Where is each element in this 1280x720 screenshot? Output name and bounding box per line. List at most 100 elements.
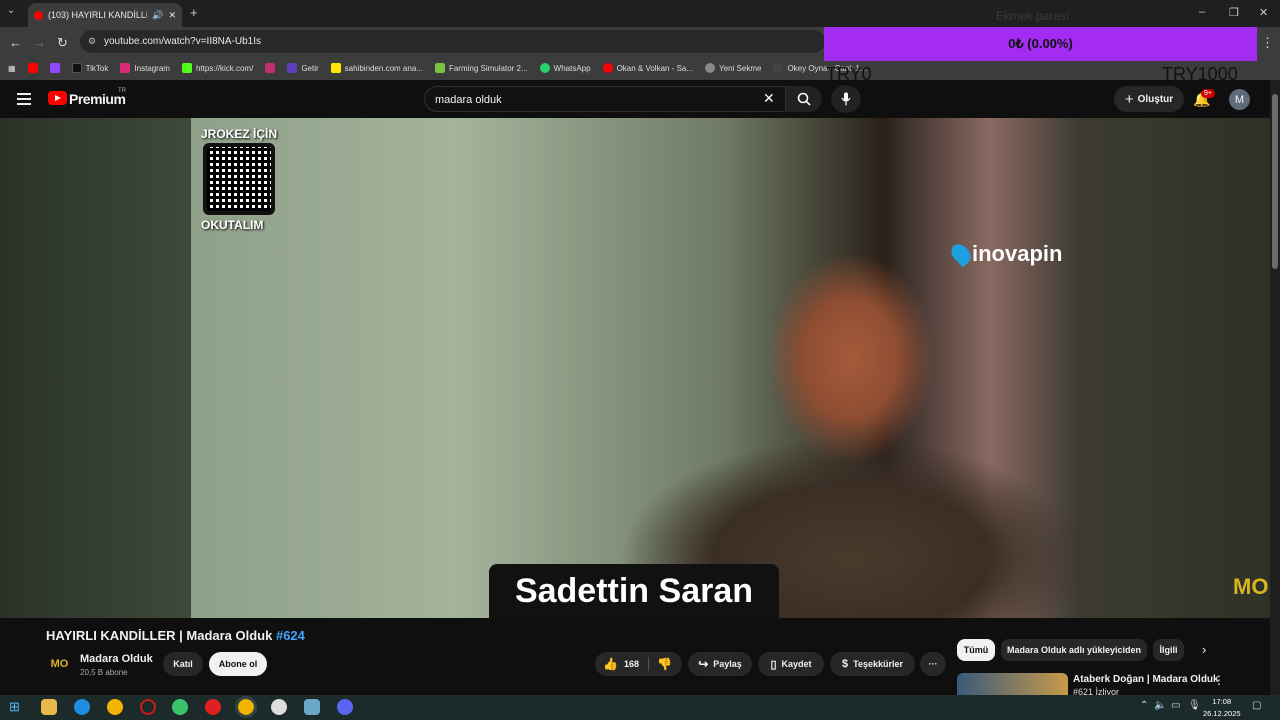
edge-icon[interactable] [74,699,90,715]
save-label: Kaydet [781,659,812,669]
subscribe-button[interactable]: Abone ol [209,652,267,676]
search-button[interactable] [786,86,822,112]
bookmark-twitch[interactable] [49,63,60,73]
reload-icon[interactable]: ↻ [57,35,68,51]
qr-caption-top: JROKEZ İÇİN [201,127,278,141]
bookmark-whatsapp[interactable]: WhatsApp [539,63,591,73]
twitch-icon [49,63,60,73]
bookmark-label: sahibinden.com ana... [344,63,423,73]
app-icon[interactable] [304,699,320,715]
join-button[interactable]: Katıl [163,652,203,676]
apps-icon[interactable]: ▦ [8,64,16,73]
opera-icon[interactable] [205,699,221,715]
bookmark-kick[interactable]: https://kick.com/ [181,63,254,73]
page-scrollbar[interactable] [1270,80,1280,695]
youtube-logo-icon[interactable] [48,91,67,105]
clear-search-icon[interactable]: ✕ [763,90,775,107]
new-tab-icon[interactable]: + [190,5,198,20]
bookmark-label: https://kick.com/ [195,63,254,73]
scrollbar-thumb[interactable] [1272,94,1278,269]
chrome-icon[interactable] [107,699,123,715]
video-player[interactable]: JROKEZ İÇİN OKUTALIM inovapin Sadettin S… [0,118,1270,618]
url-field[interactable]: ⚙ youtube.com/watch?v=II8NA-Ub1Is [80,30,825,53]
video-title: HAYIRLI KANDİLLER | Madara Olduk #624 [46,628,305,643]
speaker-icon[interactable]: 🔊 [152,10,163,21]
okey-icon [773,63,784,73]
thanks-button[interactable]: $ Teşekkürler [830,652,915,676]
channel-avatar[interactable]: MO [48,652,71,675]
bookmark-misc[interactable] [265,63,276,73]
obs-icon[interactable] [271,699,287,715]
youtube-header: Premium TR madara olduk ✕ + Oluştur 🔔 9+… [0,80,1280,118]
microphone-tray-icon[interactable]: 🎙 [1188,700,1201,711]
windows-start-icon[interactable]: ⊞ [9,699,20,715]
avatar[interactable]: M [1229,89,1250,110]
windows-taskbar: ⊞ ⌃ 🔈 ▭ 🎙 ▢ [0,695,1280,720]
youtube-icon [602,63,613,73]
chip-related[interactable]: İlgili [1153,639,1184,661]
video-title-text: HAYIRLI KANDİLLER | Madara Olduk [46,628,276,643]
chip-all[interactable]: Tümü [957,639,995,661]
share-button[interactable]: ↪ Paylaş [688,652,752,676]
bookmark-new-tab[interactable]: Yeni Sekme [705,63,761,73]
donation-goal-widget: Ekmek parası 0₺ (0.00%) TRY0 TRY1000 [824,0,1280,92]
discord-icon[interactable] [337,699,353,715]
back-icon[interactable]: ← [9,35,22,50]
tray-chevron-icon[interactable]: ⌃ [1140,700,1148,711]
forward-icon[interactable]: → [33,35,46,50]
bookmark-icon: ▯ [770,658,777,671]
voice-search-button[interactable] [831,85,861,113]
bookmark-farming[interactable]: Farming Simulator 2... [434,63,528,73]
recommended-video-title[interactable]: Ataberk Doğan | Madara Olduk [1073,674,1219,685]
like-divider [648,657,649,671]
channel-watermark[interactable]: MO [1233,574,1268,600]
search-input[interactable]: madara olduk [424,86,786,112]
donation-progress-bar: 0₺ (0.00%) [824,27,1257,61]
video-title-hashtag[interactable]: #624 [276,628,305,643]
name-caption: Sadettin Saran [489,564,779,618]
video-pillarbox-left [0,118,191,618]
bookmark-label: Instagram [134,63,170,73]
globe-icon [705,63,716,73]
bookmark-instagram[interactable]: Instagram [120,63,170,73]
like-count: 168 [623,659,639,669]
site-info-icon[interactable]: ⚙ [88,36,96,47]
recommended-video-thumbnail[interactable] [957,673,1068,695]
app-icon[interactable] [172,699,188,715]
chip-from-uploader[interactable]: Madara Olduk adlı yükleyiciden [1001,639,1147,661]
network-icon[interactable]: ▭ [1171,700,1180,711]
youtube-favicon-icon [34,10,43,20]
opera-gx-icon[interactable] [140,699,156,715]
getir-icon [287,63,298,73]
tab-list-icon[interactable]: ⌄ [7,5,15,16]
thumbs-up-icon: 👍 [603,657,618,671]
share-icon: ↪ [698,657,709,671]
whatsapp-icon [539,63,550,73]
create-button[interactable]: + Oluştur [1114,86,1184,112]
kebab-menu-icon[interactable]: ⋮ [1213,673,1225,687]
bookmark-tiktok[interactable]: TikTok [71,63,108,73]
bookmark-sahibinden[interactable]: sahibinden.com ana... [330,63,423,73]
chrome-active-icon[interactable] [235,696,257,718]
bookmark-okan-volkan[interactable]: Okan & Volkan - Sa... [602,63,693,73]
tab-close-icon[interactable]: ✕ [168,10,176,21]
more-actions-button[interactable]: ··· [920,652,946,676]
plus-icon: + [1124,90,1134,108]
file-explorer-icon[interactable] [41,699,57,715]
dislike-button[interactable]: 👎 [657,657,672,671]
save-button[interactable]: ▯ Kaydet [758,652,824,676]
volume-icon[interactable]: 🔈 [1154,700,1166,711]
channel-name[interactable]: Madara Olduk [80,653,153,665]
bookmark-youtube[interactable] [27,63,38,73]
donation-progress-text: 0₺ (0.00%) [1008,36,1073,51]
bookmark-getir[interactable]: Getir [287,63,319,73]
browser-tab-active[interactable]: (103) HAYIRLI KANDİLLER | 🔊 ✕ [28,3,182,27]
notification-center-icon[interactable]: ▢ [1252,700,1261,711]
like-button[interactable]: 👍 168 [603,657,639,671]
chevron-right-icon[interactable]: › [1202,642,1206,657]
system-clock[interactable]: 17:08 26.12.2025 [1203,696,1241,720]
sahibinden-icon [330,63,341,73]
brand-label[interactable]: Premium [69,91,126,107]
bookmark-label: Farming Simulator 2... [448,63,528,73]
menu-icon[interactable] [17,93,31,105]
